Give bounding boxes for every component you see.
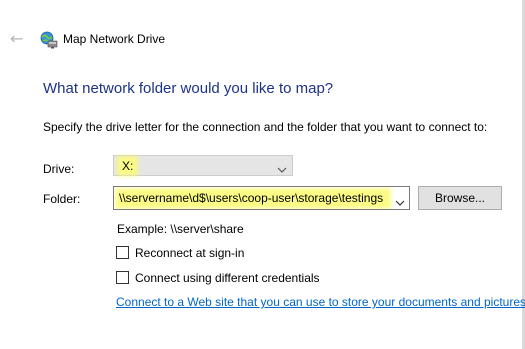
- window-title: Map Network Drive: [63, 32, 166, 46]
- title-bar: ← Map Network Drive: [0, 0, 520, 80]
- reconnect-checkbox-row[interactable]: Reconnect at sign-in: [116, 245, 316, 261]
- chevron-down-icon: [277, 161, 287, 173]
- drive-select-value: X:: [120, 159, 136, 173]
- folder-input-value: \\servername\d$\users\coop-user\storage\…: [118, 191, 388, 206]
- drive-label: Drive:: [43, 162, 75, 176]
- different-credentials-label: Connect using different credentials: [135, 271, 320, 285]
- example-text: Example: \\server\share: [117, 222, 244, 236]
- browse-button[interactable]: Browse...: [418, 186, 502, 210]
- different-credentials-checkbox[interactable]: [116, 271, 129, 284]
- web-site-link[interactable]: Connect to a Web site that you can use t…: [116, 295, 525, 309]
- chevron-down-icon[interactable]: [395, 194, 405, 206]
- back-arrow-icon[interactable]: ←: [10, 31, 26, 47]
- drive-select[interactable]: X:: [113, 155, 293, 176]
- folder-label: Folder:: [43, 192, 81, 206]
- reconnect-checkbox[interactable]: [116, 246, 129, 259]
- different-credentials-checkbox-row[interactable]: Connect using different credentials: [116, 270, 356, 286]
- instruction-text: Specify the drive letter for the connect…: [43, 120, 488, 134]
- folder-input[interactable]: \\servername\d$\users\coop-user\storage\…: [113, 186, 410, 210]
- reconnect-label: Reconnect at sign-in: [135, 246, 245, 260]
- network-drive-icon: [40, 31, 58, 49]
- page-heading: What network folder would you like to ma…: [43, 80, 334, 97]
